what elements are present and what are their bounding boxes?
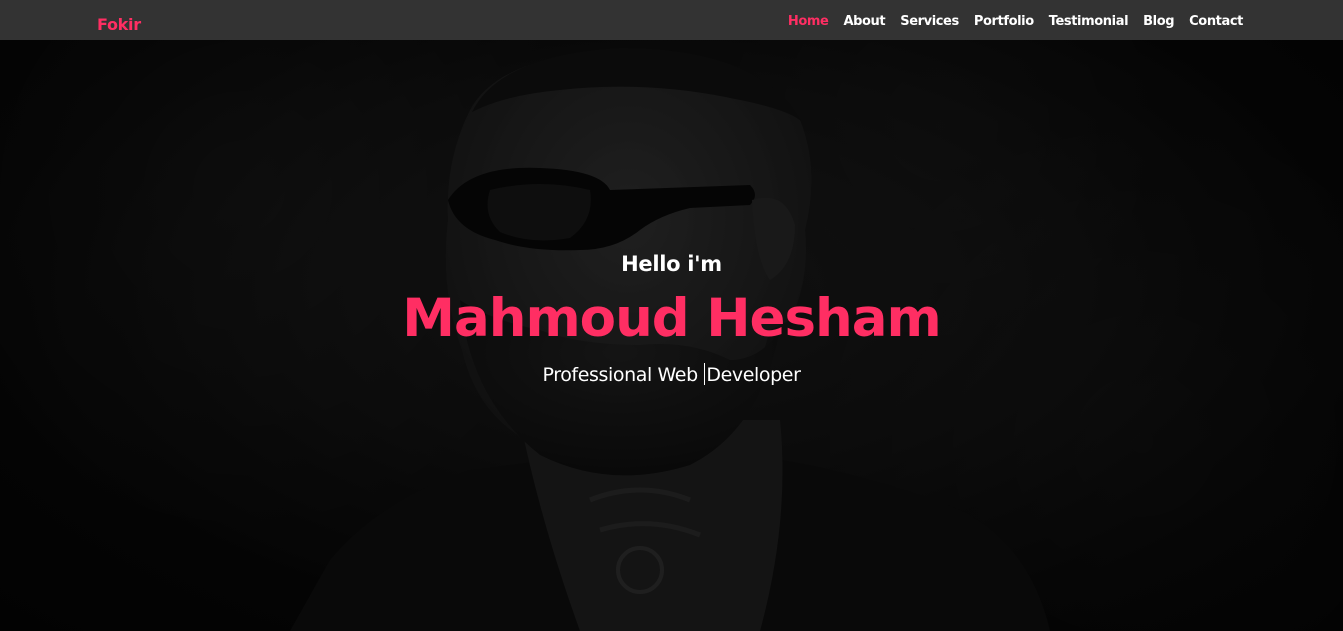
- nav-link-portfolio[interactable]: Portfolio: [974, 14, 1034, 29]
- top-navbar: Fokir Home About Services Portfolio Test…: [0, 0, 1343, 40]
- hero-greeting: Hello i'm: [621, 252, 722, 276]
- nav-link-home[interactable]: Home: [788, 14, 829, 29]
- nav-link-contact[interactable]: Contact: [1189, 14, 1243, 29]
- hero-role: Professional Web Developer: [0, 363, 1343, 386]
- brand-logo[interactable]: Fokir: [97, 15, 141, 34]
- nav-link-testimonial[interactable]: Testimonial: [1049, 14, 1129, 29]
- hero-section: Hello i'm Mahmoud Hesham Professional We…: [0, 0, 1343, 631]
- nav-link-about[interactable]: About: [843, 14, 885, 29]
- nav-links: Home About Services Portfolio Testimonia…: [788, 14, 1244, 29]
- hero-name: Mahmoud Hesham: [402, 288, 942, 349]
- nav-link-services[interactable]: Services: [900, 14, 959, 29]
- hero-role-text-before: Professional Web: [542, 364, 704, 386]
- hero-role-text-after: Developer: [706, 364, 801, 386]
- page: Fokir Home About Services Portfolio Test…: [0, 0, 1343, 631]
- nav-link-blog[interactable]: Blog: [1143, 14, 1174, 29]
